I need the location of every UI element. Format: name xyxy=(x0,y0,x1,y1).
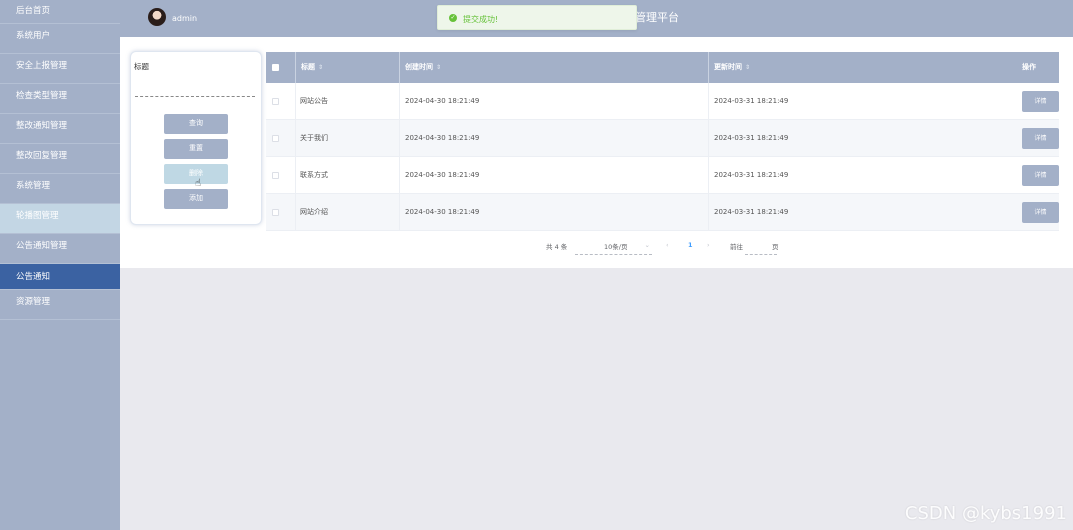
toast-message: 提交成功! xyxy=(463,15,499,24)
row-checkbox[interactable] xyxy=(272,135,279,142)
row-checkbox[interactable] xyxy=(272,98,279,105)
next-page-button[interactable]: › xyxy=(707,241,710,249)
page-size-value: 10条/页 xyxy=(604,243,628,251)
sidebar-item-carousel[interactable]: 轮播图管理 xyxy=(0,204,120,234)
sidebar-item-resources[interactable]: 资源管理 xyxy=(0,290,120,320)
sidebar-item-home[interactable]: 后台首页 xyxy=(0,0,120,24)
username-label[interactable]: admin xyxy=(172,14,197,23)
table-row: 网站公告 2024-04-30 18:21:49 2024-03-31 18:2… xyxy=(266,83,1059,120)
announcement-table: 标题 ⇕ 创建时间 ⇕ 更新时间 ⇕ 操作 网站公告 2024-04-30 18:21… xyxy=(266,52,1059,231)
cell-created: 2024-04-30 18:21:49 xyxy=(405,134,480,142)
detail-button[interactable]: 详情 xyxy=(1022,128,1059,149)
select-all-checkbox[interactable] xyxy=(272,64,279,71)
detail-button[interactable]: 详情 xyxy=(1022,202,1059,223)
add-button[interactable]: 添加 xyxy=(164,189,228,209)
sidebar-item-system-users[interactable]: 系统用户 xyxy=(0,24,120,54)
column-divider xyxy=(399,83,400,231)
sidebar-item-safety-report[interactable]: 安全上报管理 xyxy=(0,54,120,84)
header-title[interactable]: 标题 ⇕ xyxy=(301,52,323,83)
sidebar-item-rectification-notice[interactable]: 整改通知管理 xyxy=(0,114,120,144)
cell-title: 网站介绍 xyxy=(300,208,328,216)
watermark: CSDN @kybs1991 xyxy=(904,503,1067,524)
row-checkbox[interactable] xyxy=(272,172,279,179)
cell-updated: 2024-03-31 18:21:49 xyxy=(714,171,789,179)
sidebar-item-inspection-type[interactable]: 检查类型管理 xyxy=(0,84,120,114)
sort-icon: ⇕ xyxy=(436,64,442,71)
header-action: 操作 xyxy=(1022,63,1036,71)
cell-created: 2024-04-30 18:21:49 xyxy=(405,171,480,179)
sidebar-item-announcement[interactable]: 公告通知 xyxy=(0,264,120,290)
goto-prefix: 前往 xyxy=(730,243,743,251)
column-divider xyxy=(295,83,296,231)
success-toast: ✓ 提交成功! xyxy=(437,5,637,30)
prev-page-button[interactable]: ‹ xyxy=(666,241,669,249)
reset-button[interactable]: 重置 xyxy=(164,139,228,159)
cell-title: 关于我们 xyxy=(300,134,328,142)
page-size-select[interactable]: 10条/页 ⌄ xyxy=(575,241,652,255)
sidebar-item-rectification-reply[interactable]: 整改回复管理 xyxy=(0,144,120,174)
cell-updated: 2024-03-31 18:21:49 xyxy=(714,134,789,142)
cell-created: 2024-04-30 18:21:49 xyxy=(405,208,480,216)
table-row: 联系方式 2024-04-30 18:21:49 2024-03-31 18:2… xyxy=(266,157,1059,194)
table-header: 标题 ⇕ 创建时间 ⇕ 更新时间 ⇕ 操作 xyxy=(266,52,1059,83)
sort-icon: ⇕ xyxy=(745,64,751,71)
column-divider xyxy=(399,52,400,83)
avatar[interactable] xyxy=(148,8,166,26)
cell-title: 网站公告 xyxy=(300,97,328,105)
header-updated-time[interactable]: 更新时间 ⇕ xyxy=(714,52,750,83)
column-divider xyxy=(708,83,709,231)
hand-cursor-icon: ☝ xyxy=(195,178,202,189)
detail-button[interactable]: 详情 xyxy=(1022,165,1059,186)
chevron-down-icon: ⌄ xyxy=(644,241,650,249)
cell-created: 2024-04-30 18:21:49 xyxy=(405,97,480,105)
header-created-time[interactable]: 创建时间 ⇕ xyxy=(405,52,441,83)
detail-button[interactable]: 详情 xyxy=(1022,91,1059,112)
cell-updated: 2024-03-31 18:21:49 xyxy=(714,208,789,216)
sidebar-item-announcement-management[interactable]: 公告通知管理 xyxy=(0,234,120,264)
sidebar-item-system-management[interactable]: 系统管理 xyxy=(0,174,120,204)
sort-icon: ⇕ xyxy=(318,64,324,71)
query-button[interactable]: 查询 xyxy=(164,114,228,134)
table-row: 网站介绍 2024-04-30 18:21:49 2024-03-31 18:2… xyxy=(266,194,1059,231)
search-panel: 标题 查询 重置 删除 添加 xyxy=(130,51,262,225)
pagination-total: 共 4 条 xyxy=(546,243,568,251)
page-number-1[interactable]: 1 xyxy=(688,241,693,249)
column-divider xyxy=(708,52,709,83)
sidebar: 后台首页 系统用户 安全上报管理 检查类型管理 整改通知管理 整改回复管理 系统… xyxy=(0,0,120,530)
title-search-input[interactable] xyxy=(135,75,255,97)
search-title-label: 标题 xyxy=(134,62,149,71)
goto-suffix: 页 xyxy=(772,243,779,251)
check-circle-icon: ✓ xyxy=(449,14,457,22)
row-checkbox[interactable] xyxy=(272,209,279,216)
page-title: 管理平台 xyxy=(635,11,679,24)
table-row: 关于我们 2024-04-30 18:21:49 2024-03-31 18:2… xyxy=(266,120,1059,157)
cell-title: 联系方式 xyxy=(300,171,328,179)
column-divider xyxy=(295,52,296,83)
cell-updated: 2024-03-31 18:21:49 xyxy=(714,97,789,105)
